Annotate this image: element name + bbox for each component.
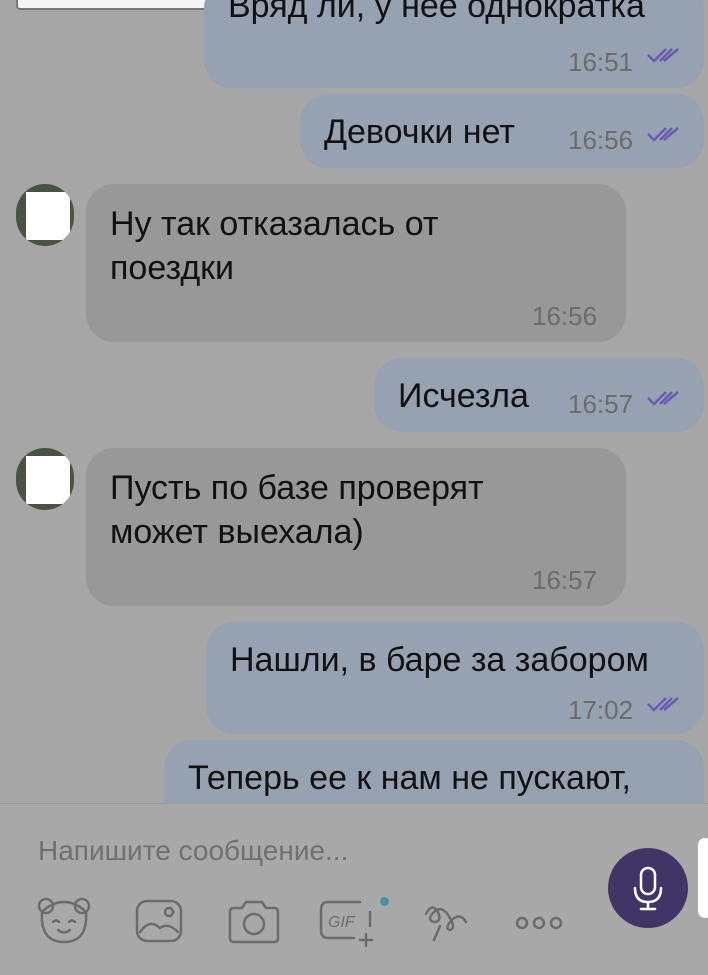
message-bubble-outgoing[interactable]: Исчезла 16:57 <box>374 358 704 432</box>
sticker-bear-icon[interactable] <box>36 896 92 948</box>
voice-message-button[interactable] <box>608 848 688 928</box>
message-input[interactable]: Напишите сообщение... <box>38 835 348 867</box>
message-bubble-outgoing[interactable]: Теперь ее к нам не пускают, <box>164 740 704 803</box>
gif-label: GIF <box>328 914 356 931</box>
message-bubble-outgoing[interactable]: Нашли, в баре за забором 17:02 <box>206 622 704 734</box>
message-bubble-outgoing[interactable]: Девочки нет 16:56 <box>300 94 704 168</box>
message-text: Исчезла <box>398 377 529 415</box>
message-text-line: поездки <box>110 249 235 287</box>
message-time: 16:57 <box>532 565 598 595</box>
more-icon[interactable] <box>514 914 564 932</box>
chat-area[interactable]: Вряд ли, у нее однократка 16:51 Девочки … <box>0 0 708 803</box>
message-time: 16:51 <box>568 47 634 77</box>
read-ticks-icon <box>647 697 679 712</box>
message-time: 16:56 <box>532 301 598 331</box>
message-time: 16:56 <box>568 125 634 155</box>
doodle-icon[interactable] <box>420 900 470 942</box>
camera-icon[interactable] <box>226 898 282 946</box>
message-text-line: может выехала) <box>110 513 364 551</box>
side-panel-edge <box>698 838 708 918</box>
gallery-icon[interactable] <box>134 898 184 944</box>
message-text: Нашли, в баре за забором <box>230 641 649 679</box>
message-bubble-outgoing[interactable]: Вряд ли, у нее однократка 16:51 <box>204 0 704 88</box>
message-text: Вряд ли, у нее однократка <box>228 0 645 25</box>
notification-dot <box>380 897 389 906</box>
message-text: Девочки нет <box>324 113 515 151</box>
read-ticks-icon <box>647 127 679 142</box>
contact-avatar[interactable] <box>16 448 74 510</box>
message-bubble-incoming[interactable]: Ну так отказалась от поездки 16:56 <box>86 184 626 342</box>
message-time: 17:02 <box>568 695 634 725</box>
gif-icon[interactable]: GIF <box>318 898 382 948</box>
read-ticks-icon <box>647 391 679 406</box>
message-time: 16:57 <box>568 389 634 419</box>
message-bubble-incoming[interactable]: Пусть по базе проверят может выехала) 16… <box>86 448 626 606</box>
message-text-line: Ну так отказалась от <box>110 205 439 243</box>
contact-avatar[interactable] <box>16 184 74 246</box>
microphone-icon <box>633 866 663 911</box>
message-text-line: Пусть по базе проверят <box>110 469 484 507</box>
read-ticks-icon <box>647 48 679 63</box>
message-text: Теперь ее к нам не пускают, <box>188 759 631 797</box>
message-composer <box>0 803 708 975</box>
